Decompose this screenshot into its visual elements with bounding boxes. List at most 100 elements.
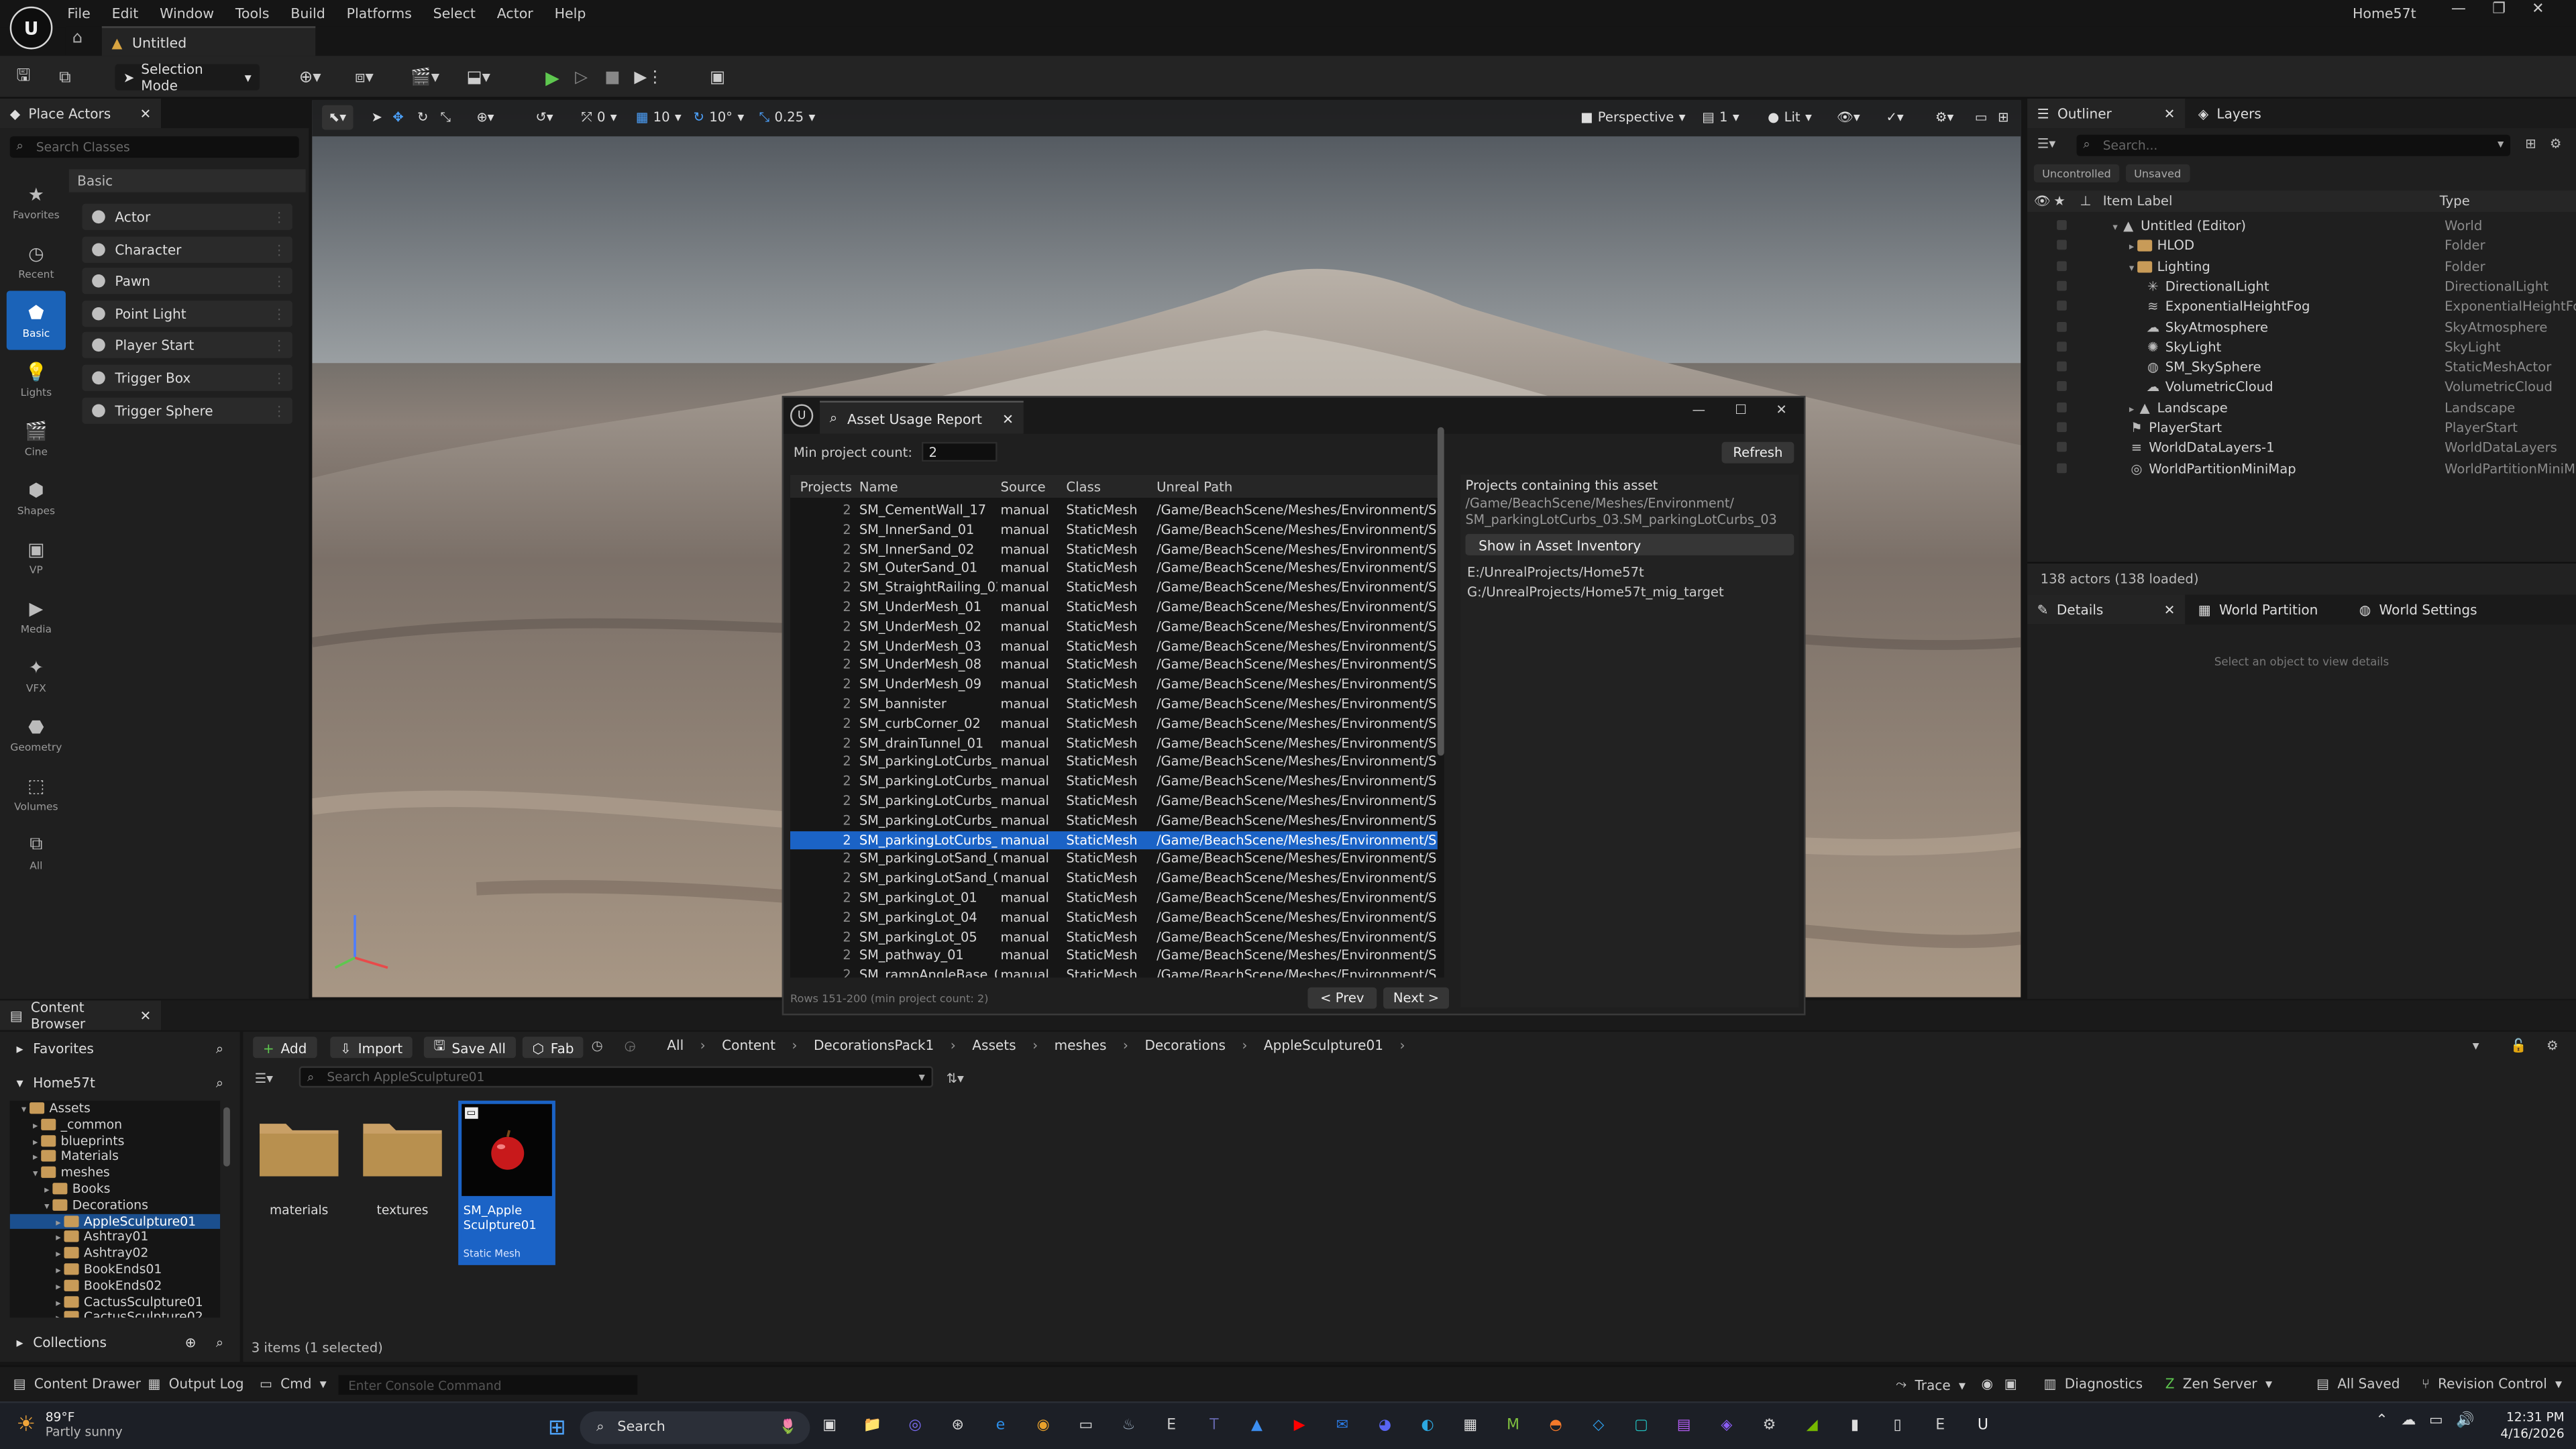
dialog-tab[interactable]: ⌕ Asset Usage Report ✕ xyxy=(820,400,1024,434)
table-row[interactable]: 2 SM_parkingLotCurbs_0 manual StaticMesh/Ga… xyxy=(790,753,1438,773)
history-forward-icon[interactable]: ◶ xyxy=(625,1038,636,1053)
search-icon[interactable]: ⌕ xyxy=(216,1039,223,1057)
visibility-toggle-icon[interactable] xyxy=(2057,442,2067,453)
visibility-toggle-icon[interactable] xyxy=(2057,341,2067,352)
visibility-toggle-icon[interactable] xyxy=(2057,402,2067,412)
refresh-button[interactable]: Refresh xyxy=(1721,441,1794,464)
rotate-tool-icon[interactable]: ↻ xyxy=(411,105,435,130)
chrome-icon[interactable]: ◉ xyxy=(1028,1411,1058,1441)
outliner-row[interactable]: ☁ SkyAtmosphere SkyAtmosphere xyxy=(2027,318,2576,338)
mail-icon[interactable]: ✉ xyxy=(1328,1411,1357,1441)
category-geometry[interactable]: ⬣ Geometry xyxy=(7,705,66,764)
visibility-toggle-icon[interactable] xyxy=(2057,382,2067,392)
visibility-toggle-icon[interactable] xyxy=(2057,280,2067,291)
screenshot-icon[interactable]: ▣ xyxy=(2004,1375,2017,1391)
outliner-row[interactable]: ▸ ▲ Landscape Landscape xyxy=(2027,398,2576,419)
output-log-button[interactable]: ▦ Output Log xyxy=(148,1375,244,1391)
move-tool-icon[interactable]: ✥ xyxy=(386,105,411,130)
windows-start-icon[interactable]: ⊞ xyxy=(542,1413,572,1442)
close-tab-icon[interactable]: ✕ xyxy=(140,105,151,121)
table-row[interactable]: 2 SM_InnerSand_01 manual StaticMesh/Game/Be… xyxy=(790,521,1438,540)
drag-handle-icon[interactable]: ⋮ xyxy=(272,370,286,386)
menu-tools[interactable]: Tools xyxy=(235,4,270,20)
transform-dropdown-icon[interactable]: ⬉▾ xyxy=(322,105,353,130)
dialog-close-icon[interactable]: ✕ xyxy=(1776,402,1786,417)
show-in-inventory-button[interactable]: Show in Asset Inventory xyxy=(1465,533,1794,555)
menu-edit[interactable]: Edit xyxy=(112,4,139,20)
menu-help[interactable]: Help xyxy=(555,4,586,20)
add-actor-icon[interactable]: ⊕▾ xyxy=(292,64,327,91)
folder-textures[interactable]: textures xyxy=(355,1101,450,1262)
table-scrollbar[interactable] xyxy=(1437,427,1444,756)
grid-snap[interactable]: ▦ 10 ▾ xyxy=(629,105,688,130)
project-section[interactable]: ▾ Home57t ⌕ xyxy=(0,1068,240,1097)
table-row[interactable]: 2 SM_drainTunnel_01 manual StaticMesh/Game/… xyxy=(790,734,1438,753)
table-row[interactable]: 2 SM_CementWall_17 manual StaticMesh/Game/B… xyxy=(790,501,1438,521)
drag-handle-icon[interactable]: ⋮ xyxy=(272,402,286,418)
fab-button[interactable]: ⬡ Fab xyxy=(522,1036,584,1059)
diagnostics-button[interactable]: ▥ Diagnostics xyxy=(2044,1375,2143,1391)
settings-icon[interactable]: ⚙ xyxy=(2550,136,2562,151)
table-row[interactable]: 2 SM_parkingLotCurbs_0 manual StaticMesh/Ga… xyxy=(790,830,1438,851)
outliner-row[interactable]: ▾ Lighting Folder xyxy=(2027,257,2576,277)
blender-icon[interactable]: ◓ xyxy=(1541,1411,1570,1441)
expander-icon[interactable]: ▸ xyxy=(33,1120,38,1132)
category-basic[interactable]: ⬟ Basic xyxy=(6,290,66,350)
asset-search-input[interactable]: ⌕ Search AppleSculpture01 ▾ xyxy=(299,1066,934,1088)
close-icon[interactable]: ✕ xyxy=(2532,1,2544,17)
category-cine[interactable]: 🎬 Cine xyxy=(7,409,66,468)
unreal-logo-icon[interactable]: U xyxy=(9,6,53,50)
expander-icon[interactable]: ▸ xyxy=(56,1313,60,1318)
close-tab-icon[interactable]: ✕ xyxy=(2164,105,2176,121)
actor-item-trigger-sphere[interactable]: Trigger Sphere ⋮ xyxy=(82,396,292,423)
chevron-up-icon[interactable]: ⌃ xyxy=(2375,1413,2387,1429)
vscode-icon[interactable]: ◇ xyxy=(1584,1411,1613,1441)
copilot-icon[interactable]: ◎ xyxy=(900,1411,930,1441)
table-row[interactable]: 2 SM_parkingLot_05 manual StaticMesh/Game/B… xyxy=(790,928,1438,947)
epic2-icon[interactable]: E xyxy=(1925,1411,1955,1441)
scale-tool-icon[interactable]: ⤡ xyxy=(434,105,458,130)
table-row[interactable]: 2 SM_bannister manual StaticMesh/Game/Beach… xyxy=(790,695,1438,714)
tab-outliner[interactable]: ☰ Outliner ✕ xyxy=(2027,98,2186,129)
drag-handle-icon[interactable]: ⋮ xyxy=(272,273,286,289)
search-icon[interactable]: ⌕ xyxy=(216,1073,223,1091)
table-row[interactable]: 2 SM_pathway_01 manual StaticMesh/Game/Beac… xyxy=(790,947,1438,967)
category-recent[interactable]: ◷ Recent xyxy=(7,231,66,290)
menu-file[interactable]: File xyxy=(67,4,90,20)
category-favorites[interactable]: ★ Favorites xyxy=(7,172,66,231)
col-class[interactable]: Class xyxy=(1066,480,1101,494)
all-saved-button[interactable]: ▤ All Saved xyxy=(2316,1375,2400,1391)
table-row[interactable]: 2 SM_parkingLot_04 manual StaticMesh/Game/B… xyxy=(790,908,1438,928)
cloud-icon[interactable]: ☁ xyxy=(2401,1413,2416,1429)
save-all-button[interactable]: 🖫 Save All xyxy=(423,1036,516,1059)
sort-icon[interactable]: ⇅▾ xyxy=(947,1071,964,1086)
chip-unsaved[interactable]: Unsaved xyxy=(2125,164,2190,182)
visibility-toggle-icon[interactable] xyxy=(2057,422,2067,433)
outliner-row[interactable]: ✳ DirectionalLight DirectionalLight xyxy=(2027,278,2576,298)
record-icon[interactable]: ◉ xyxy=(1981,1375,1993,1391)
history-back-icon[interactable]: ◷ xyxy=(592,1038,603,1053)
mode-icon[interactable]: ⬓▾ xyxy=(460,64,497,91)
teams-icon[interactable]: T xyxy=(1199,1411,1229,1441)
breadcrumb-item[interactable]: AppleSculpture01 xyxy=(1264,1036,1383,1053)
chip-uncontrolled[interactable]: Uncontrolled xyxy=(2033,164,2120,182)
visibility-toggle-icon[interactable] xyxy=(2057,362,2067,372)
next-button[interactable]: Next > xyxy=(1383,987,1450,1009)
console-input[interactable]: Enter Console Command xyxy=(338,1375,638,1395)
expander-icon[interactable]: ▾ xyxy=(44,1201,49,1212)
network-icon[interactable]: ▭ xyxy=(2429,1413,2443,1429)
type-header[interactable]: Type xyxy=(2440,194,2470,209)
selection-mode-dropdown[interactable]: ➤ Selection Mode ▾ xyxy=(115,61,260,94)
menu-actor[interactable]: Actor xyxy=(497,4,533,20)
table-row[interactable]: 2 SM_parkingLotCurbs_0 manual StaticMesh/Ga… xyxy=(790,811,1438,830)
perspective-dropdown[interactable]: ■ Perspective ▾ xyxy=(1574,105,1692,130)
visibility-toggle-icon[interactable] xyxy=(2057,260,2067,271)
rot-snap[interactable]: ↻ 10° ▾ xyxy=(687,105,751,130)
expander-icon[interactable]: ▸ xyxy=(2129,404,2134,415)
cinematics-icon[interactable]: 🎬▾ xyxy=(404,64,445,91)
table-row[interactable]: 2 SM_UnderMesh_01 manual StaticMesh/Game/Be… xyxy=(790,598,1438,617)
zen-server-button[interactable]: Z Zen Server ▾ xyxy=(2165,1375,2272,1391)
tab-details[interactable]: ✎ Details ✕ xyxy=(2027,594,2186,625)
settings-icon[interactable]: ⚙▾ xyxy=(1929,105,1960,130)
expander-icon[interactable]: ▾ xyxy=(2129,262,2134,274)
